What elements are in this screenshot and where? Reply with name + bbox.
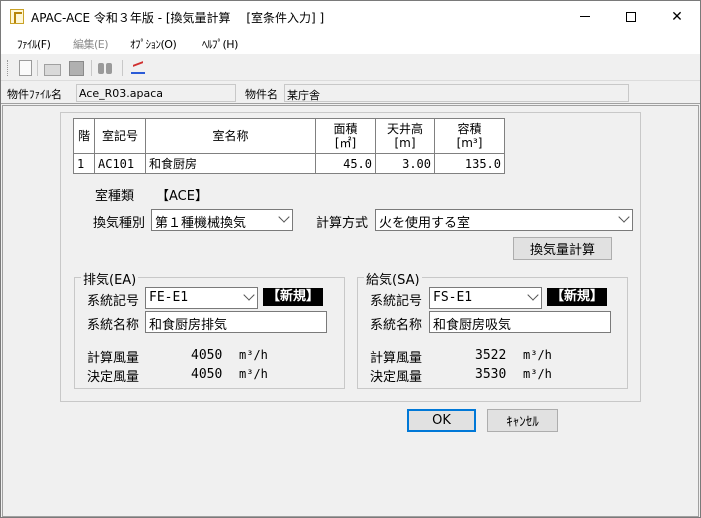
minimize-icon [580, 16, 590, 17]
exhaust-decided-flow-unit: m³/h [239, 367, 268, 381]
supply-system-code-select[interactable]: FS-E1 [429, 287, 542, 309]
find-icon[interactable] [97, 59, 115, 77]
cell-volume[interactable]: 135.0 [434, 153, 505, 174]
cell-room-name[interactable]: 和食厨房 [145, 153, 316, 174]
close-icon: ✕ [671, 8, 683, 25]
menu-edit[interactable]: 編集(E) [73, 36, 109, 52]
exhaust-legend: 排気(EA) [81, 269, 139, 288]
room-type-value: 【ACE】 [156, 189, 208, 204]
file-name-label: 物件ﾌｧｲﾙ名 [7, 88, 62, 101]
save-icon[interactable] [67, 59, 85, 77]
calc-ventilation-button[interactable]: 換気量計算 [513, 237, 612, 260]
height-header: 天井高 [386, 122, 423, 136]
minimize-button[interactable] [562, 1, 608, 32]
table-row[interactable]: 1 AC101 和食厨房 45.0 3.00 135.0 [73, 153, 505, 174]
toolbar-grip[interactable] [7, 60, 10, 76]
height-unit: [m] [394, 136, 416, 150]
chevron-down-icon [278, 211, 290, 223]
area-header: 面積 [333, 122, 358, 136]
supply-system-code-value: FS-E1 [433, 290, 473, 305]
cell-room-code[interactable]: AC101 [94, 153, 146, 174]
cell-floor[interactable]: 1 [73, 153, 95, 174]
supply-system-code-label: 系統記号 [370, 294, 423, 309]
window-title: APAC-ACE 令和３年版 - [換気量計算 [室条件入力] ] [31, 11, 325, 25]
ok-button[interactable]: OK [407, 409, 476, 432]
exhaust-system-code-select[interactable]: FE-E1 [145, 287, 258, 309]
open-icon[interactable] [43, 59, 61, 77]
calc-method-label: 計算方式 [316, 216, 369, 231]
menu-file[interactable]: ﾌｧｲﾙ(F) [17, 36, 51, 52]
property-name-label: 物件名 [245, 88, 278, 101]
title-bar[interactable]: APAC-ACE 令和３年版 - [換気量計算 [室条件入力] ] ✕ [1, 1, 700, 32]
maximize-icon [626, 11, 636, 22]
toolbar-separator [91, 60, 92, 76]
exhaust-calc-flow-value: 4050 [191, 348, 223, 363]
supply-calc-flow-value: 3522 [475, 348, 507, 363]
supply-system-name-input[interactable]: 和食厨房吸気 [429, 311, 611, 333]
calc-method-select[interactable]: 火を使用する室 [375, 209, 633, 231]
exhaust-calc-flow-unit: m³/h [239, 348, 268, 362]
chevron-down-icon [618, 211, 630, 223]
cell-area[interactable]: 45.0 [315, 153, 376, 174]
col-floor: 階 [73, 118, 95, 154]
exhaust-decided-flow-label: 決定風量 [87, 370, 140, 385]
close-button[interactable]: ✕ [654, 1, 700, 32]
col-area: 面積 [㎡] [315, 118, 376, 154]
supply-legend: 給気(SA) [364, 269, 422, 288]
supply-calc-flow-label: 計算風量 [370, 351, 423, 366]
app-icon [10, 9, 24, 24]
vent-type-select[interactable]: 第１種機械換気 [151, 209, 293, 231]
menu-bar: ﾌｧｲﾙ(F) 編集(E) ｵﾌﾟｼｮﾝ(O) ﾍﾙﾌﾟ(H) [1, 32, 700, 54]
col-room-code: 室記号 [94, 118, 146, 154]
table-header-row: 階 室記号 室名称 面積 [㎡] 天井高 [m] 容積 [m³] [73, 118, 505, 154]
supply-new-badge: 【新規】 [547, 288, 608, 306]
exhaust-system-code-label: 系統記号 [87, 294, 140, 309]
exhaust-system-name-input[interactable]: 和食厨房排気 [145, 311, 327, 333]
menu-help[interactable]: ﾍﾙﾌﾟ(H) [202, 36, 238, 52]
new-icon[interactable] [16, 59, 34, 77]
supply-decided-flow-value: 3530 [475, 367, 507, 382]
exhaust-system-code-value: FE-E1 [149, 290, 189, 305]
supply-calc-flow-unit: m³/h [523, 348, 552, 362]
calc-method-value: 火を使用する室 [379, 216, 471, 231]
cancel-button[interactable]: ｷｬﾝｾﾙ [487, 409, 558, 432]
col-height: 天井高 [m] [375, 118, 435, 154]
exhaust-new-badge: 【新規】 [263, 288, 324, 306]
exhaust-decided-flow-value: 4050 [191, 367, 223, 382]
toolbar [1, 55, 700, 81]
cell-height[interactable]: 3.00 [375, 153, 435, 174]
col-room-name: 室名称 [145, 118, 316, 154]
chevron-down-icon [527, 289, 539, 301]
vent-type-value: 第１種機械換気 [155, 216, 247, 231]
supply-decided-flow-label: 決定風量 [370, 370, 423, 385]
chart-icon[interactable] [129, 59, 147, 77]
supply-decided-flow-unit: m³/h [523, 367, 552, 381]
file-name-field: Ace_R03.apaca [76, 84, 236, 102]
property-name-field: 某庁舎 [284, 84, 629, 102]
toolbar-separator [37, 60, 38, 76]
vent-type-label: 換気種別 [93, 216, 146, 231]
room-table: 階 室記号 室名称 面積 [㎡] 天井高 [m] 容積 [m³] 1 AC101 和食… [73, 118, 505, 174]
chevron-down-icon [243, 289, 255, 301]
supply-system-name-label: 系統名称 [370, 318, 423, 333]
room-type-label: 室種類 [95, 189, 135, 204]
area-unit: [㎡] [334, 136, 357, 150]
menu-option[interactable]: ｵﾌﾟｼｮﾝ(O) [130, 36, 177, 52]
col-volume: 容積 [m³] [434, 118, 505, 154]
toolbar-separator [122, 60, 123, 76]
maximize-button[interactable] [608, 1, 654, 32]
info-bar: 物件ﾌｧｲﾙ名 Ace_R03.apaca 物件名 某庁舎 [1, 82, 700, 104]
volume-unit: [m³] [456, 136, 483, 150]
volume-header: 容積 [457, 122, 482, 136]
exhaust-system-name-label: 系統名称 [87, 318, 140, 333]
exhaust-calc-flow-label: 計算風量 [87, 351, 140, 366]
